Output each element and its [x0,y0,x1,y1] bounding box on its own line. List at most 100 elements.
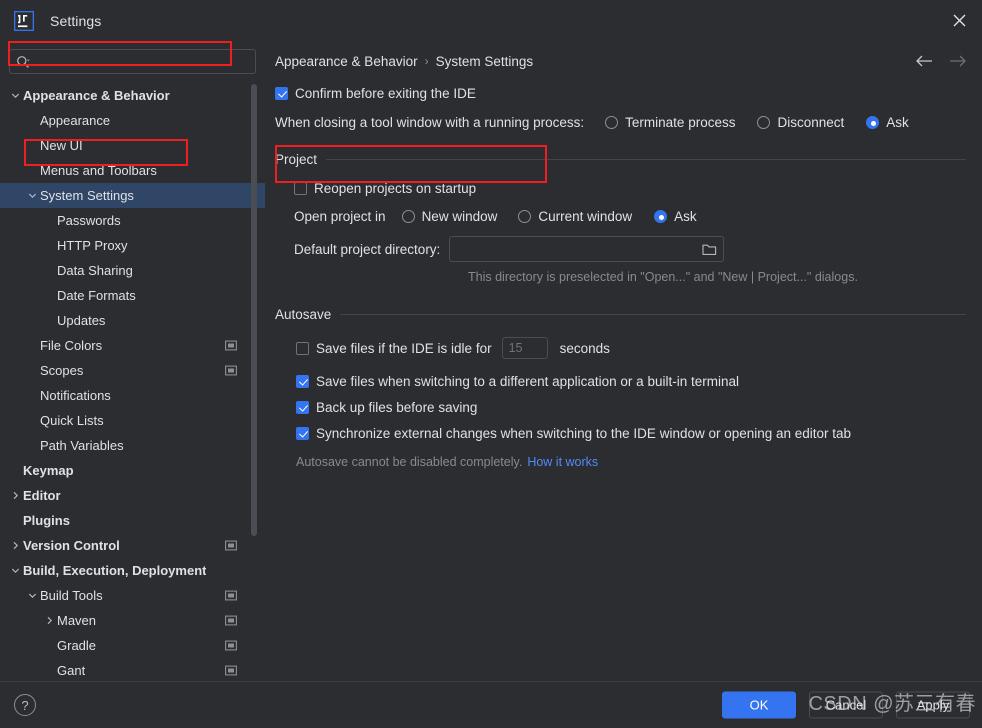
radio-ask-toolwindow[interactable]: Ask [866,115,909,130]
arrow-left-icon[interactable] [914,54,934,68]
sidebar-item-label: Data Sharing [57,263,133,278]
sidebar-item-editor[interactable]: Editor [0,483,265,508]
radio-terminate-process-control[interactable] [605,116,619,129]
reopen-projects-checkbox-row[interactable]: Reopen projects on startup [294,181,966,196]
autosave-sync-row[interactable]: Synchronize external changes when switch… [296,426,966,441]
radio-disconnect-control[interactable] [757,116,771,129]
sidebar-item-version-control[interactable]: Version Control [0,533,265,558]
sidebar-item-data-sharing[interactable]: Data Sharing [0,258,265,283]
chevron-down-icon[interactable] [26,591,39,600]
sidebar-item-label: Version Control [23,538,120,553]
sidebar-item-appearance[interactable]: Appearance [0,108,265,133]
breadcrumb-separator: › [424,54,429,68]
open-project-in-row: Open project in New window Current windo… [294,209,966,224]
default-project-directory-hint: This directory is preselected in "Open..… [468,270,858,284]
autosave-switch-app-checkbox[interactable] [296,375,309,388]
autosave-idle-label-after: seconds [559,340,610,356]
closing-tool-window-label: When closing a tool window with a runnin… [275,115,585,130]
radio-ask-open-project-control[interactable] [654,210,668,223]
breadcrumb-parent[interactable]: Appearance & Behavior [275,54,418,69]
autosave-sync-checkbox[interactable] [296,427,309,440]
search-input[interactable] [30,50,249,73]
autosave-idle-seconds-field[interactable] [501,337,548,359]
autosave-sync-label: Synchronize external changes when switch… [316,426,852,441]
sidebar-item-appearance-behavior[interactable]: Appearance & Behavior [0,83,265,108]
sidebar-item-system-settings[interactable]: System Settings [0,183,265,208]
autosave-switch-app-row[interactable]: Save files when switching to a different… [296,374,966,389]
radio-disconnect[interactable]: Disconnect [757,115,844,130]
default-project-directory-field[interactable] [449,236,725,262]
radio-current-window-control[interactable] [518,210,532,223]
autosave-idle-seconds-input[interactable] [508,341,541,355]
radio-terminate-process[interactable]: Terminate process [605,115,735,130]
reopen-projects-checkbox[interactable] [294,182,307,195]
project-level-settings-icon [225,363,237,378]
apply-button[interactable]: Apply [896,691,970,719]
sidebar-item-build-execution-deployment[interactable]: Build, Execution, Deployment [0,558,265,583]
breadcrumb: Appearance & Behavior › System Settings [265,41,982,81]
cancel-button[interactable]: Cancel [809,691,883,719]
chevron-down-icon[interactable] [26,191,39,200]
sidebar-item-notifications[interactable]: Notifications [0,383,265,408]
search-box[interactable] [9,49,256,74]
sidebar-item-updates[interactable]: Updates [0,308,265,333]
project-level-settings-icon [225,613,237,628]
how-it-works-link[interactable]: How it works [527,455,598,469]
sidebar-item-scopes[interactable]: Scopes [0,358,265,383]
radio-new-window[interactable]: New window [401,209,498,224]
sidebar-item-label: Updates [57,313,106,328]
close-icon[interactable] [936,0,982,41]
chevron-right-icon[interactable] [9,491,22,500]
autosave-idle-checkbox[interactable] [296,341,309,355]
chevron-down-icon[interactable] [9,91,22,100]
sidebar-item-quick-lists[interactable]: Quick Lists [0,408,265,433]
project-group-header: Project [275,152,966,167]
autosave-note-row: Autosave cannot be disabled completely. … [296,455,966,469]
sidebar-item-file-colors[interactable]: File Colors [0,333,265,358]
folder-icon[interactable] [698,243,717,256]
radio-ask-open-project[interactable]: Ask [654,209,697,224]
settings-main-panel: Appearance & Behavior › System Settings [265,41,982,681]
arrow-right-icon[interactable] [948,54,968,68]
autosave-backup-checkbox[interactable] [296,401,309,414]
sidebar-item-plugins[interactable]: Plugins [0,508,265,533]
radio-new-window-label: New window [421,209,498,224]
chevron-down-icon[interactable] [9,566,22,575]
sidebar-item-keymap[interactable]: Keymap [0,458,265,483]
sidebar-item-maven[interactable]: Maven [0,608,265,633]
default-project-directory-label: Default project directory: [294,241,441,257]
sidebar-item-build-tools[interactable]: Build Tools [0,583,265,608]
project-level-settings-icon [225,663,237,678]
sidebar-item-menus-and-toolbars[interactable]: Menus and Toolbars [0,158,265,183]
radio-current-window[interactable]: Current window [518,209,632,224]
confirm-exit-checkbox-row[interactable]: Confirm before exiting the IDE [275,86,966,101]
autosave-note-text: Autosave cannot be disabled completely. [296,455,523,469]
sidebar-item-gant[interactable]: Gant [0,658,265,681]
sidebar-scrollbar[interactable] [251,84,257,536]
chevron-right-icon[interactable] [9,541,22,550]
confirm-exit-checkbox[interactable] [275,87,288,100]
autosave-backup-row[interactable]: Back up files before saving [296,400,966,415]
sidebar-item-label: Path Variables [40,438,124,453]
chevron-right-icon[interactable] [43,616,56,625]
sidebar-item-label: New UI [40,138,83,153]
closing-tool-window-row: When closing a tool window with a runnin… [275,115,966,130]
dialog-footer: ? OK Cancel Apply [0,681,982,728]
sidebar-item-date-formats[interactable]: Date Formats [0,283,265,308]
sidebar-item-passwords[interactable]: Passwords [0,208,265,233]
intellij-idea-logo-icon [14,10,34,31]
breadcrumb-current: System Settings [435,53,534,69]
sidebar-item-gradle[interactable]: Gradle [0,633,265,658]
ok-button[interactable]: OK [722,691,796,719]
help-question-icon[interactable]: ? [14,694,36,716]
sidebar-item-path-variables[interactable]: Path Variables [0,433,265,458]
sidebar-item-new-ui[interactable]: New UI [0,133,265,158]
sidebar-item-label: Maven [57,613,97,628]
default-project-directory-input[interactable] [456,242,699,256]
autosave-idle-checkbox-row[interactable]: Save files if the IDE is idle for [296,341,492,356]
radio-ask-toolwindow-control[interactable] [866,116,880,129]
radio-new-window-control[interactable] [401,210,415,223]
project-group-title: Project [275,152,318,167]
default-project-directory-row: Default project directory: [294,236,966,262]
sidebar-item-http-proxy[interactable]: HTTP Proxy [0,233,265,258]
